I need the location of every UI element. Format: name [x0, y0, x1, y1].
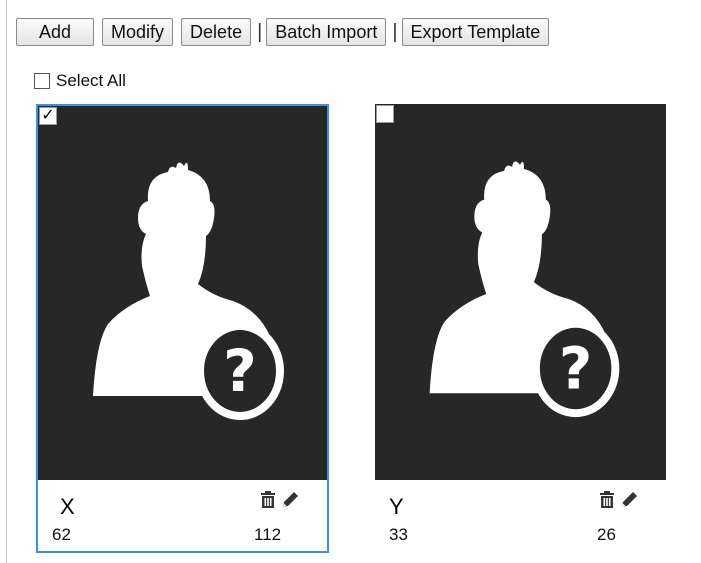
select-all-label: Select All	[56, 71, 126, 90]
pencil-icon[interactable]	[619, 490, 639, 510]
svg-text:?: ?	[559, 335, 592, 402]
trash-icon[interactable]	[258, 490, 278, 510]
card-checkbox[interactable]	[376, 105, 394, 123]
add-button[interactable]: Add	[16, 18, 95, 46]
toolbar-separator: |	[257, 21, 263, 43]
person-card[interactable]: ? Y 33 26	[375, 104, 666, 553]
svg-text:?: ?	[223, 337, 257, 405]
pencil-icon[interactable]	[280, 490, 300, 510]
person-name: X	[60, 494, 75, 519]
toolbar: Add Modify Delete | Batch Import | Expor…	[16, 17, 557, 47]
trash-icon[interactable]	[597, 490, 617, 510]
unknown-person-icon: ?	[429, 161, 620, 418]
toolbar-separator: |	[392, 21, 398, 43]
card-checkbox[interactable]: ✓	[39, 107, 57, 125]
select-all-checkbox[interactable]	[34, 73, 50, 89]
unknown-person-icon: ?	[93, 162, 284, 420]
person-value: 112	[254, 525, 282, 544]
card-info: Y 33 26	[375, 480, 666, 553]
person-card[interactable]: ? ✓ X 62 112	[36, 104, 329, 553]
export-template-button[interactable]: Export Template	[401, 18, 550, 46]
delete-button[interactable]: Delete	[181, 18, 252, 46]
person-name: Y	[389, 494, 404, 519]
card-actions	[597, 490, 639, 510]
modify-button[interactable]: Modify	[102, 18, 174, 46]
card-actions	[258, 490, 300, 510]
person-id: 33	[389, 525, 408, 544]
person-value: 26	[597, 525, 616, 544]
select-all[interactable]: Select All	[34, 71, 126, 91]
person-photo[interactable]: ?	[375, 104, 666, 480]
batch-import-button[interactable]: Batch Import	[266, 18, 387, 46]
person-id: 62	[52, 525, 71, 544]
card-info: X 62 112	[38, 480, 327, 551]
person-photo[interactable]: ? ✓	[38, 106, 327, 480]
